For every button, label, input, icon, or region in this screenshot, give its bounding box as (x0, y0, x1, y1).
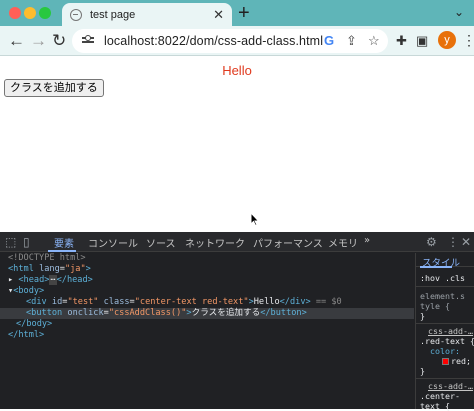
dom-button-node[interactable]: <button onclick="cssAddClass()">クラスを追加する… (26, 308, 307, 319)
page-viewport: Hello クラスを追加する (0, 57, 474, 232)
dom-tree: <!DOCTYPE html> <html lang="ja"> ▸ <head… (0, 253, 414, 409)
browser-toolbar: ← → ↻ localhost:8022/dom/css-add-class.h… (0, 26, 474, 56)
styles-divider (416, 323, 474, 324)
tab-network[interactable]: ネットワーク (185, 235, 245, 250)
tab-console[interactable]: コンソール (88, 235, 138, 250)
settings-gear-icon[interactable]: ⚙ (426, 235, 437, 249)
bookmark-star-icon[interactable]: ☆ (368, 33, 380, 49)
back-button[interactable]: ← (8, 31, 25, 51)
chrome-menu-icon[interactable]: ⋮ (462, 32, 474, 49)
tab-elements[interactable]: 要素 (54, 235, 74, 250)
devtools-menu-icon[interactable]: ⋮ (447, 235, 459, 249)
more-tabs-icon[interactable]: » (364, 235, 370, 246)
rule1-value[interactable]: red; (442, 356, 471, 366)
google-lens-icon[interactable]: G (324, 33, 334, 48)
dom-doctype: <!DOCTYPE html> (8, 253, 86, 263)
rule1-source-link[interactable]: css-add-… (428, 326, 473, 336)
url-text: localhost:8022/dom/css-add-class.html (104, 34, 324, 48)
globe-icon (70, 8, 82, 21)
dom-body-close[interactable]: </body> (16, 319, 52, 330)
device-toolbar-icon[interactable]: ▯ (23, 235, 30, 249)
dom-head-node[interactable]: ▸ <head>⋯</head> (8, 275, 93, 286)
devtools-panel: ⬚ ▯ 要素 コンソール ソース ネットワーク パフォーマンス メモリ » ⚙ … (0, 232, 474, 411)
dom-div-node[interactable]: <div id="test" class="center-text red-te… (26, 297, 342, 308)
dom-html-close[interactable]: </html> (8, 330, 44, 341)
rule1-selector: .red-text { (420, 336, 474, 346)
inspect-element-icon[interactable]: ⬚ (5, 235, 16, 249)
rule2-selector: .center- (420, 391, 460, 401)
tab-title: test page (90, 8, 136, 21)
side-panel-icon[interactable]: ▣ (416, 33, 428, 49)
rule1-property[interactable]: color: (430, 346, 460, 356)
add-class-button[interactable]: クラスを追加する (4, 79, 104, 97)
devtools-tabbar: ⬚ ▯ 要素 コンソール ソース ネットワーク パフォーマンス メモリ » ⚙ … (0, 232, 474, 252)
element-style-selector-cont: tyle { (420, 301, 450, 311)
element-style-close: } (420, 311, 425, 321)
styles-divider (416, 378, 474, 379)
element-style-selector: element.s (420, 291, 465, 301)
tab-search-chevron-icon[interactable]: ⌄ (454, 5, 464, 19)
hello-text: Hello (222, 63, 252, 78)
reload-button[interactable]: ↻ (52, 31, 66, 51)
dom-html-node[interactable]: <html lang="ja"> (8, 264, 91, 275)
styles-filter[interactable]: :hov .cls (420, 273, 465, 283)
styles-tab-indicator (420, 266, 452, 268)
address-bar[interactable]: localhost:8022/dom/css-add-class.html G … (72, 29, 388, 53)
window-minimize-button[interactable] (24, 7, 36, 19)
active-tab-indicator (48, 250, 76, 252)
share-icon[interactable]: ⇪ (346, 33, 357, 49)
window-close-button[interactable] (9, 7, 21, 19)
close-devtools-icon[interactable]: ✕ (461, 235, 471, 249)
color-swatch-icon[interactable] (442, 358, 449, 365)
tab-performance[interactable]: パフォーマンス (253, 235, 323, 250)
window-zoom-button[interactable] (39, 7, 51, 19)
styles-pane: スタイル :hov .cls element.s tyle { } css-ad… (415, 253, 474, 411)
extensions-puzzle-icon[interactable]: ✚ (396, 33, 407, 49)
styles-divider (416, 286, 474, 287)
rule1-close: } (420, 366, 425, 376)
expand-triangle-icon: ▸ (8, 275, 14, 285)
rule2-selector-cont: text { (420, 401, 450, 411)
browser-tab[interactable]: test page ✕ (62, 3, 232, 26)
profile-avatar[interactable]: y (438, 31, 456, 49)
tab-strip: test page ✕ + ⌄ (0, 0, 474, 26)
site-info-icon[interactable] (82, 35, 96, 47)
forward-button[interactable]: → (30, 31, 47, 51)
dom-body-node[interactable]: ▾<body> (8, 286, 44, 297)
new-tab-button[interactable]: + (238, 2, 250, 24)
rule2-source-link[interactable]: css-add-… (428, 381, 473, 391)
styles-tabbar: スタイル (416, 253, 474, 269)
tab-sources[interactable]: ソース (146, 235, 176, 250)
tab-close-icon[interactable]: ✕ (213, 7, 224, 23)
tab-memory[interactable]: メモリ (328, 235, 358, 250)
